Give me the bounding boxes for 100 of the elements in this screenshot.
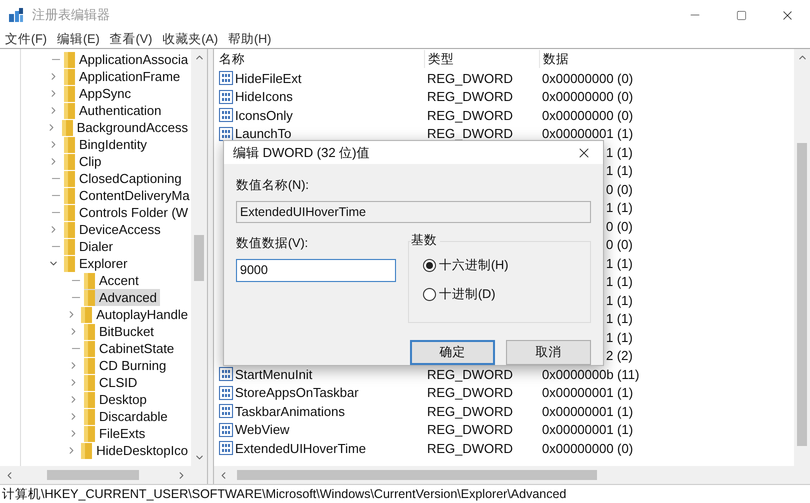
folder-icon: [84, 374, 95, 390]
tree-item[interactable]: CD Burning: [84, 357, 170, 374]
status-bar: 计算机\HKEY_CURRENT_USER\SOFTWARE\Microsoft\Windows\CurrentVersion\Explorer\Advanced: [0, 484, 810, 503]
scrollbar-thumb[interactable]: [237, 470, 597, 480]
data-cell-text: 0x00000000 (0): [541, 70, 634, 88]
tree-item[interactable]: AppSync: [64, 85, 134, 102]
binary-value-icon: [219, 367, 233, 382]
scrollbar-thumb[interactable]: [194, 235, 204, 281]
menu-item[interactable]: 编辑(E): [56, 30, 100, 48]
name-field[interactable]: ExtendedUIHoverTime: [236, 201, 591, 223]
data-cell-text: 0 (0): [606, 218, 633, 236]
tree-item[interactable]: Advanced: [84, 289, 160, 306]
scrollbar-thumb[interactable]: [797, 143, 807, 446]
folder-icon: [84, 324, 95, 340]
data-cell-text: 2 (2): [606, 347, 633, 365]
radio-icon[interactable]: [423, 258, 436, 272]
tree-item[interactable]: Desktop: [84, 391, 150, 408]
field-label: 数值名称(N):: [236, 177, 310, 194]
folder-icon: [64, 102, 75, 118]
data-cell-text: 1 (1): [606, 254, 633, 273]
scrollbar-thumb[interactable]: [47, 470, 139, 480]
dialog-button[interactable]: 取消: [506, 340, 591, 365]
radio-option[interactable]: 十进制(D): [423, 284, 590, 304]
tree-item[interactable]: BackgroundAccess: [62, 119, 191, 136]
tree-item[interactable]: Dialer: [64, 238, 116, 255]
menu-item[interactable]: 文件(F): [5, 30, 47, 48]
tree-item[interactable]: BingIdentity: [64, 136, 150, 153]
folder-icon: [84, 426, 95, 442]
folder-icon: [64, 222, 75, 238]
type-cell-text: REG_DWORD: [426, 106, 514, 125]
folder-icon: [64, 86, 75, 102]
tree-item[interactable]: ClosedCaptioning: [64, 170, 185, 187]
value-name-cell[interactable]: HideIcons: [214, 87, 424, 106]
type-cell-text: REG_DWORD: [426, 125, 514, 143]
tree-item[interactable]: Controls Folder (W: [64, 204, 191, 221]
folder-icon: [64, 52, 75, 68]
column-header[interactable]: 名称: [214, 50, 424, 68]
dialog-title: 编辑 DWORD (32 位)值: [233, 144, 370, 162]
data-cell-text: 1 (1): [606, 144, 633, 162]
value-name-cell[interactable]: TaskbarAnimations: [214, 402, 424, 421]
value-name-cell[interactable]: StartMenuInit: [214, 364, 424, 384]
data-cell-text: 0 (0): [606, 180, 633, 199]
menu-item[interactable]: 帮助(H): [228, 30, 272, 48]
tree-item[interactable]: DeviceAccess: [64, 221, 164, 238]
app-icon: [8, 7, 24, 23]
value-name-cell[interactable]: LaunchTo: [214, 124, 424, 144]
value-name-cell[interactable]: HideFileExt: [214, 68, 424, 88]
folder-icon: [64, 238, 75, 254]
scrollbar[interactable]: [794, 49, 810, 466]
folder-icon: [81, 442, 92, 458]
value-name-cell[interactable]: IconsOnly: [214, 106, 424, 125]
maximize-icon[interactable]: [736, 10, 746, 20]
data-cell-text: 1 (1): [606, 199, 633, 217]
tree-item[interactable]: AutoplayHandle: [81, 306, 191, 323]
tree-item[interactable]: ContentDeliveryMa: [64, 187, 191, 204]
folder-icon: [64, 68, 75, 84]
tree-item[interactable]: Accent: [84, 272, 142, 289]
tree-item[interactable]: ApplicationAssocia: [64, 51, 191, 68]
data-cell-text: 0x00000000 (0): [541, 440, 634, 458]
type-cell-text: REG_DWORD: [426, 421, 514, 439]
column-header[interactable]: 类型: [424, 50, 539, 68]
tree-item[interactable]: Authentication: [64, 102, 164, 119]
tree-item[interactable]: HideDesktopIco: [81, 442, 191, 459]
tree-item[interactable]: Discardable: [84, 408, 171, 425]
binary-value-icon: [219, 422, 233, 437]
folder-icon: [64, 154, 75, 170]
binary-value-icon: [219, 441, 233, 456]
dialog-button[interactable]: 确定: [410, 340, 495, 365]
tree-item[interactable]: ApplicationFrame: [64, 68, 184, 85]
radio-icon[interactable]: [423, 288, 436, 301]
column-header[interactable]: 数据: [539, 50, 689, 68]
field-label: 数值数据(V):: [236, 235, 310, 252]
type-cell-text: REG_DWORD: [426, 366, 514, 384]
value-name-cell[interactable]: ExtendedUIHoverTime: [214, 438, 424, 458]
tree-item[interactable]: CLSID: [84, 374, 140, 391]
data-cell-text: 0x00000001 (1): [541, 384, 634, 402]
type-cell-text: REG_DWORD: [426, 70, 514, 88]
binary-value-icon: [219, 108, 233, 122]
radio-option[interactable]: 十六进制(H): [423, 256, 590, 275]
data-cell-text: 0x00000000 (0): [541, 106, 634, 125]
tree-item[interactable]: Clip: [64, 153, 104, 170]
scrollbar[interactable]: [214, 466, 810, 484]
type-cell-text: REG_DWORD: [426, 440, 514, 458]
menu-item[interactable]: 收藏夹(A): [162, 30, 218, 48]
tree-item[interactable]: BitBucket: [84, 323, 157, 340]
type-cell-text: REG_DWORD: [426, 88, 514, 106]
folder-icon: [84, 290, 95, 306]
scrollbar[interactable]: [0, 466, 207, 484]
folder-icon: [64, 136, 75, 152]
value-name-cell[interactable]: WebView: [214, 420, 424, 440]
menu-item[interactable]: 查看(V): [110, 30, 152, 48]
data-cell-text: 0x00000001 (1): [541, 125, 634, 143]
data-field[interactable]: 9000: [236, 258, 396, 282]
tree-item[interactable]: FileExts: [84, 425, 148, 442]
scrollbar[interactable]: [191, 49, 207, 466]
data-cell-text: 1 (1): [606, 162, 633, 180]
tree-item[interactable]: CabinetState: [84, 340, 178, 357]
value-name-cell[interactable]: StoreAppsOnTaskbar: [214, 383, 424, 402]
type-cell-text: REG_DWORD: [426, 402, 514, 421]
tree-item[interactable]: Explorer: [64, 255, 130, 272]
